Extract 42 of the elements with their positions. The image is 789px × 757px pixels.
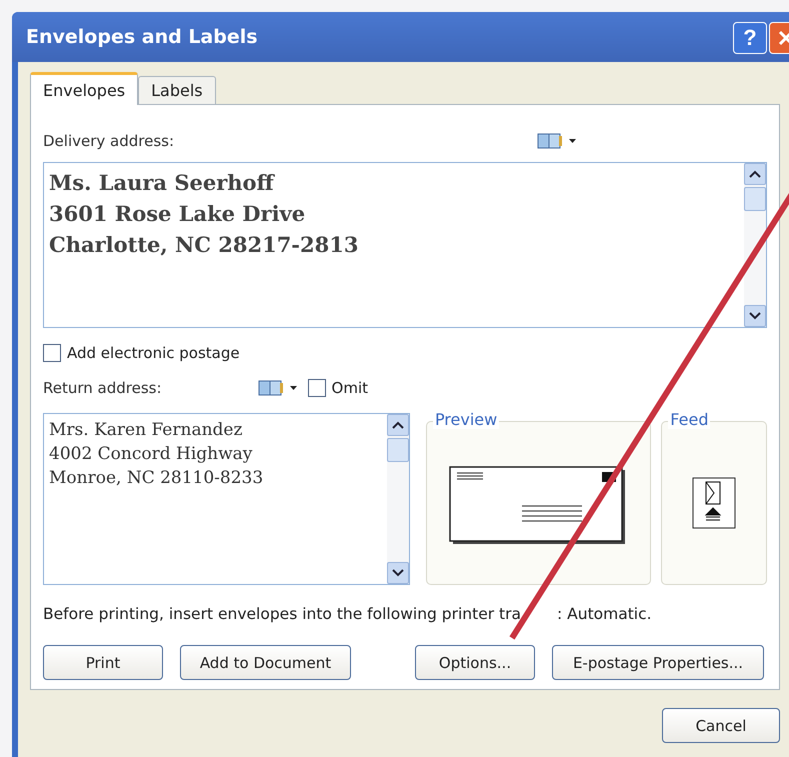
dialog-button[interactable]: Options... — [415, 645, 535, 680]
scroll-down-button[interactable] — [744, 305, 766, 327]
scroll-down-button[interactable] — [386, 562, 409, 584]
field-label: Delivery address: — [43, 132, 174, 150]
dialog-button[interactable]: E-postage Properties... — [552, 645, 764, 680]
scrollbar[interactable] — [744, 163, 766, 327]
checkbox-label: Omit — [332, 379, 368, 397]
address-book-icon[interactable] — [258, 379, 298, 397]
delivery-address-field[interactable]: Ms. Laura Seerhoff 3601 Rose Lake Drive Charlotte, NC 28217-2813 — [43, 162, 767, 328]
help-button[interactable]: ? — [733, 22, 767, 54]
dialog-button[interactable]: Print — [43, 645, 163, 680]
checkbox[interactable] — [308, 379, 326, 397]
address-line: Charlotte, NC 28217-2813 — [49, 231, 360, 259]
group-label: Preview — [432, 411, 500, 429]
scroll-thumb[interactable] — [386, 438, 409, 462]
window-title: Envelopes and Labels — [26, 26, 258, 48]
envelope-feed-icon[interactable] — [692, 477, 736, 529]
checkbox[interactable] — [43, 344, 61, 362]
cancel-button[interactable]: Cancel — [662, 708, 780, 743]
address-line: Monroe, NC 28110-8233 — [49, 467, 264, 490]
group-label: Feed — [668, 411, 710, 429]
address-line: Mrs. Karen Fernandez — [49, 419, 244, 442]
return-address-field[interactable]: Mrs. Karen Fernandez 4002 Concord Highway Monroe, NC 28110-8233 — [43, 413, 410, 585]
dialog-button[interactable]: Add to Document — [180, 645, 351, 680]
tab[interactable]: Envelopes — [30, 72, 138, 105]
scrollbar[interactable] — [386, 414, 409, 584]
chevron-up-icon — [749, 170, 761, 178]
address-book-icon[interactable] — [537, 132, 577, 150]
chevron-up-icon — [392, 421, 404, 429]
chevron-down-icon — [749, 312, 761, 320]
scroll-thumb[interactable] — [744, 187, 766, 211]
address-line: Ms. Laura Seerhoff — [49, 169, 276, 197]
tray-note: Before printing, insert envelopes into the following printer tra — [43, 605, 521, 623]
tray-note: : Automatic. — [557, 605, 652, 623]
tab[interactable]: Labels — [138, 76, 216, 104]
field-label: Return address: — [43, 379, 162, 397]
checkbox-label: Add electronic postage — [67, 344, 240, 362]
address-line: 4002 Concord Highway — [49, 443, 254, 466]
address-line: 3601 Rose Lake Drive — [49, 200, 306, 228]
scroll-up-button[interactable] — [744, 163, 766, 185]
chevron-down-icon — [392, 569, 404, 577]
scroll-up-button[interactable] — [386, 414, 409, 436]
